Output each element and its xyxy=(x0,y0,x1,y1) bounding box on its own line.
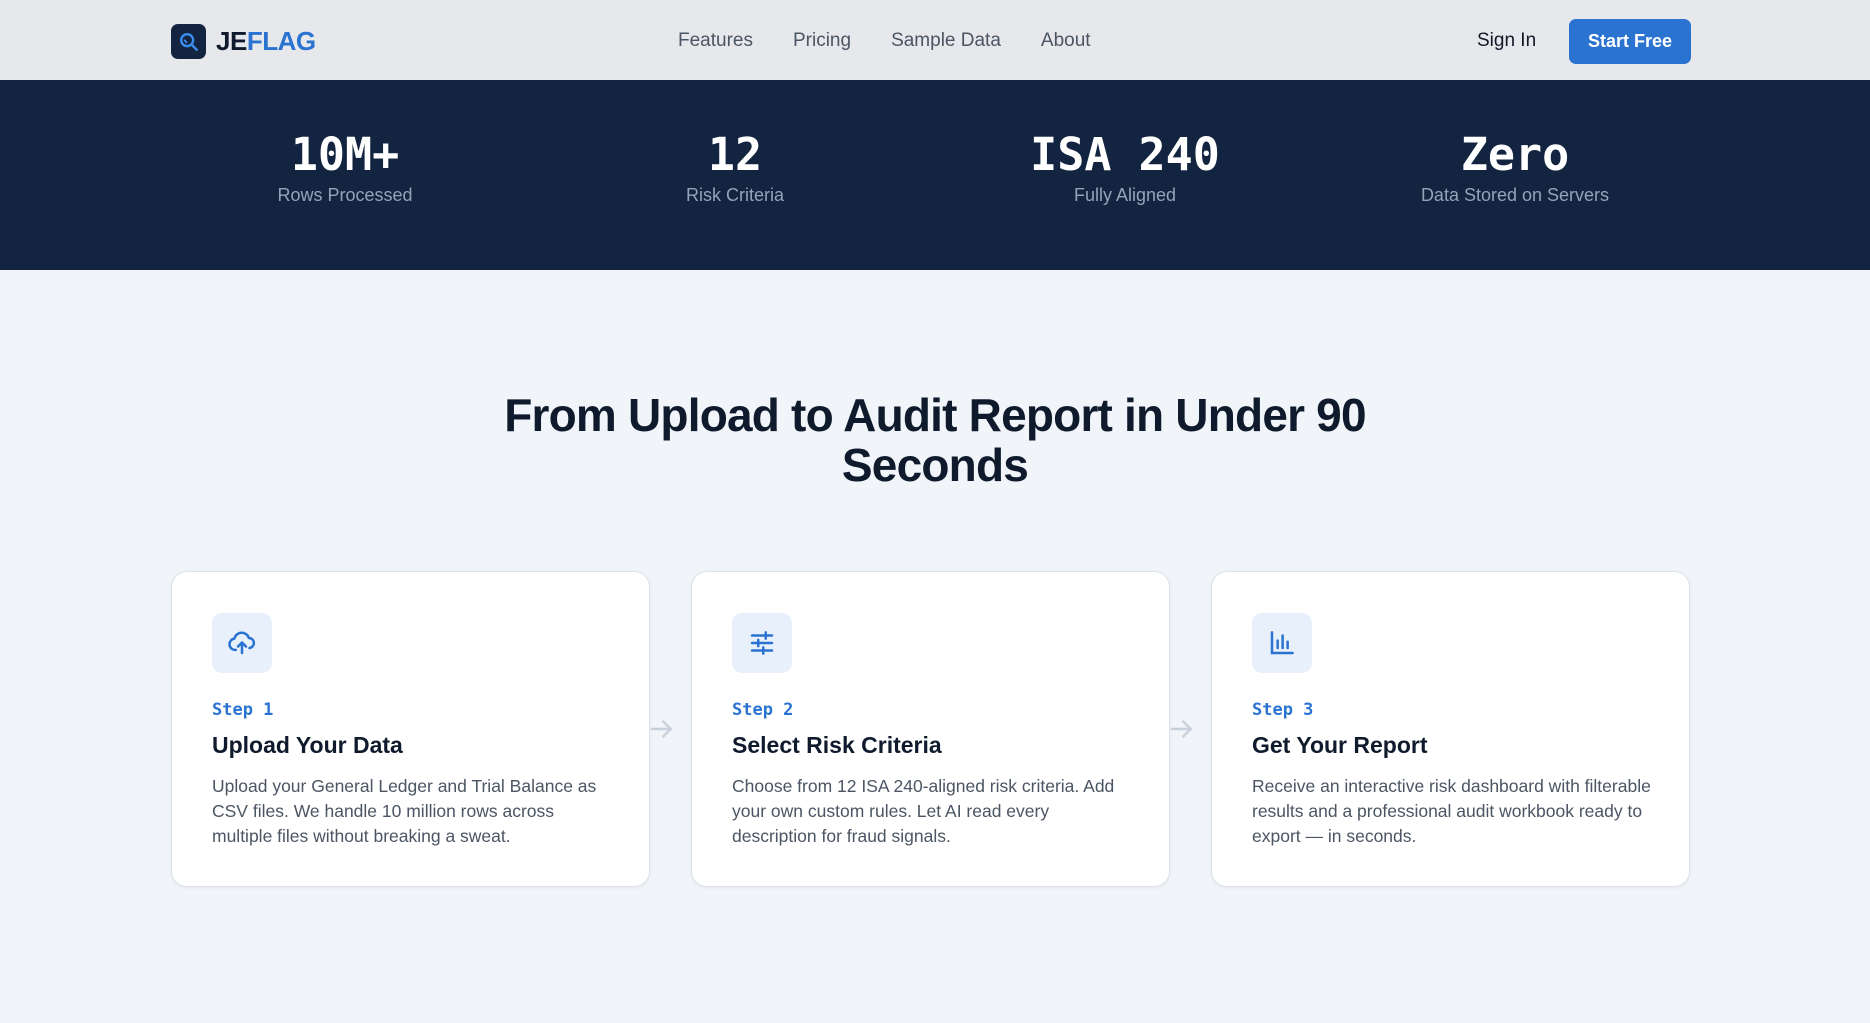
bar-chart-icon xyxy=(1252,613,1312,673)
step-card-report: Step 3 Get Your Report Receive an intera… xyxy=(1211,571,1690,887)
stat-label: Data Stored on Servers xyxy=(1420,185,1610,205)
step-card-upload: Step 1 Upload Your Data Upload your Gene… xyxy=(171,571,650,887)
arrow-right-icon xyxy=(650,720,672,738)
stat-value: 12 xyxy=(707,128,763,181)
logo[interactable]: JEFLAG xyxy=(171,24,316,59)
stat-fully-aligned: ISA 240 Fully Aligned xyxy=(930,129,1320,206)
section-title: From Upload to Audit Report in Under 90 … xyxy=(504,389,1366,491)
stat-value: ISA 240 xyxy=(1030,128,1220,181)
logo-text-je: JE xyxy=(216,26,247,56)
step-label: Step 3 xyxy=(1252,700,1314,720)
stat-data-stored: Zero Data Stored on Servers xyxy=(1320,129,1710,206)
stat-value: Zero xyxy=(1460,128,1570,181)
step-card-criteria: Step 2 Select Risk Criteria Choose from … xyxy=(691,571,1170,887)
upload-cloud-icon xyxy=(212,613,272,673)
stat-value: 10M+ xyxy=(290,128,400,181)
start-free-button[interactable]: Start Free xyxy=(1569,19,1691,64)
search-icon xyxy=(171,24,206,59)
nav-link-pricing[interactable]: Pricing xyxy=(793,30,851,52)
logo-text-flag: FLAG xyxy=(246,26,316,56)
stat-label: Risk Criteria xyxy=(685,185,784,205)
arrow-right-icon xyxy=(1170,720,1192,738)
nav-link-about[interactable]: About xyxy=(1041,30,1091,52)
logo-wordmark: JEFLAG xyxy=(216,26,316,57)
top-navigation-bar: JEFLAG Features Pricing Sample Data Abou… xyxy=(0,0,1870,81)
main-nav: Features Pricing Sample Data About xyxy=(678,30,1091,52)
step-description: Upload your General Ledger and Trial Bal… xyxy=(212,776,597,846)
step-label: Step 1 xyxy=(212,700,274,720)
sign-in-link[interactable]: Sign In xyxy=(1477,30,1536,52)
step-label: Step 2 xyxy=(732,700,794,720)
nav-link-features[interactable]: Features xyxy=(678,30,753,52)
step-title: Upload Your Data xyxy=(212,732,403,758)
step-description: Receive an interactive risk dashboard wi… xyxy=(1252,776,1651,846)
step-title: Get Your Report xyxy=(1252,732,1428,758)
stat-rows-processed: 10M+ Rows Processed xyxy=(150,129,540,206)
stat-risk-criteria: 12 Risk Criteria xyxy=(540,129,930,206)
step-description: Choose from 12 ISA 240-aligned risk crit… xyxy=(732,776,1115,846)
stat-label: Fully Aligned xyxy=(1073,185,1177,205)
stat-label: Rows Processed xyxy=(277,185,413,205)
nav-link-sample-data[interactable]: Sample Data xyxy=(891,30,1001,52)
step-title: Select Risk Criteria xyxy=(732,732,942,758)
sliders-icon xyxy=(732,613,792,673)
stats-banner: 10M+ Rows Processed 12 Risk Criteria ISA… xyxy=(0,81,1870,270)
